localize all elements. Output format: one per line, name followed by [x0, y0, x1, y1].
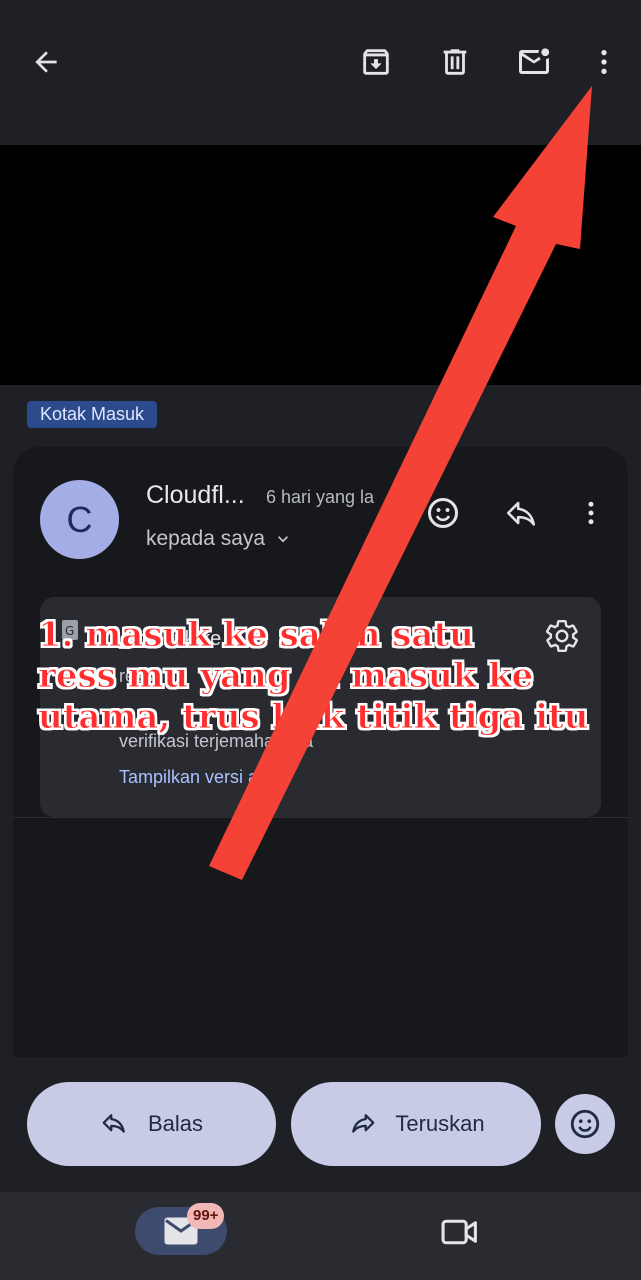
bottom-navigation: [0, 1192, 641, 1280]
show-original-link[interactable]: Tampilkan versi asli: [119, 767, 275, 788]
reply-label: Balas: [147, 1111, 204, 1136]
reply-icon[interactable]: [498, 490, 544, 536]
recipient-label: kepada saya: [146, 527, 266, 550]
meet-video-icon[interactable]: [436, 1210, 484, 1254]
avatar[interactable]: C: [40, 480, 119, 559]
smiley-icon: [570, 1109, 600, 1139]
mail-count-badge: 99+: [187, 1203, 225, 1229]
forward-arrow-icon: [352, 1114, 375, 1133]
sender-name: Cloudfl...: [146, 481, 245, 509]
message-time: 6 hari yang la: [266, 487, 375, 507]
reply-arrow-icon: [102, 1114, 125, 1133]
divider: [13, 817, 628, 818]
recipient-toggle[interactable]: kepada saya: [146, 527, 293, 551]
reply-button[interactable]: Balas: [27, 1082, 276, 1166]
archive-icon[interactable]: [352, 38, 400, 86]
forward-button[interactable]: Teruskan: [291, 1082, 541, 1166]
more-vert-icon[interactable]: [580, 38, 628, 86]
emoji-reaction-button[interactable]: [555, 1094, 615, 1154]
chevron-down-icon: [278, 536, 289, 543]
trash-icon[interactable]: [431, 38, 479, 86]
mark-unread-icon[interactable]: [510, 38, 558, 86]
top-app-bar: [0, 0, 641, 140]
message-more-icon[interactable]: [568, 490, 614, 536]
back-arrow-icon[interactable]: [22, 38, 70, 86]
forward-label: Teruskan: [395, 1111, 485, 1136]
redacted-subject: [0, 145, 641, 385]
add-reaction-icon[interactable]: [420, 490, 466, 536]
inbox-label-chip[interactable]: Kotak Masuk: [27, 401, 158, 428]
annotation-text: 1. masuk ke salah satu ress mu yang di m…: [37, 615, 589, 738]
